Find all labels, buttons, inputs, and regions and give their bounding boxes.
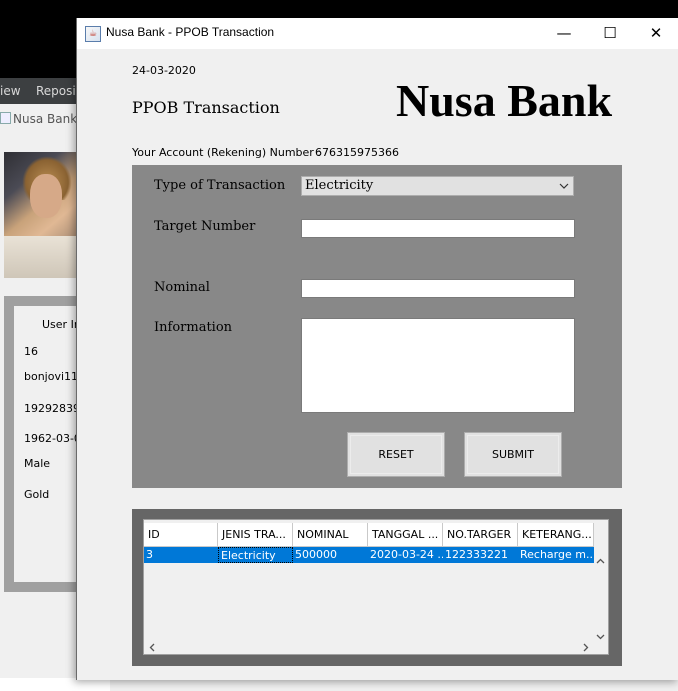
- gender-value: Male: [24, 457, 51, 470]
- nominal-field[interactable]: [301, 279, 575, 298]
- file-icon: [0, 112, 11, 124]
- transaction-type-label: Type of Transaction: [154, 178, 286, 193]
- user-info-label: User In: [42, 318, 81, 331]
- column-header-target[interactable]: NO.TARGER: [443, 523, 518, 547]
- table-cell[interactable]: Electricity: [218, 547, 293, 563]
- nominal-label: Nominal: [154, 280, 210, 295]
- java-app-icon: ☕: [85, 26, 101, 42]
- vertical-scrollbar[interactable]: [593, 523, 608, 653]
- scroll-left-icon[interactable]: [148, 642, 157, 655]
- account-number-label: Your Account (Rekening) Number :: [132, 146, 322, 159]
- scroll-up-icon[interactable]: [596, 556, 605, 569]
- table-cell[interactable]: 500000: [293, 547, 368, 563]
- transaction-table-frame: ID JENIS TRA... NOMINAL TANGGAL ... NO.T…: [132, 509, 622, 666]
- information-label: Information: [154, 320, 233, 335]
- target-number-label: Target Number: [154, 219, 256, 234]
- title-bar[interactable]: ☕ Nusa Bank - PPOB Transaction — ☐ ✕: [77, 18, 678, 49]
- maximize-button[interactable]: ☐: [587, 18, 633, 49]
- reset-button[interactable]: RESET: [347, 432, 445, 477]
- background-strip: [110, 680, 678, 691]
- table-row[interactable]: 3 Electricity 500000 2020-03-24 ... 1223…: [144, 547, 594, 563]
- transaction-type-select[interactable]: Electricity: [301, 176, 574, 196]
- target-number-field[interactable]: [301, 219, 575, 238]
- table-cell[interactable]: 122333221: [443, 547, 518, 563]
- table-cell[interactable]: Recharge m...: [518, 547, 594, 563]
- column-header-id[interactable]: ID: [144, 523, 218, 547]
- submit-button[interactable]: SUBMIT: [464, 432, 562, 477]
- scroll-right-icon[interactable]: [581, 642, 590, 655]
- ppob-window: ☕ Nusa Bank - PPOB Transaction — ☐ ✕ 24-…: [76, 18, 678, 680]
- membership-value: Gold: [24, 488, 50, 501]
- transaction-type-value: Electricity: [305, 178, 374, 193]
- page-subtitle: PPOB Transaction: [132, 98, 280, 117]
- username-value: bonjovi11: [24, 370, 79, 383]
- current-date: 24-03-2020: [132, 64, 196, 77]
- column-header-keterangan[interactable]: KETERANG...: [518, 523, 594, 547]
- bank-brand-title: Nusa Bank: [396, 75, 613, 126]
- account-number-value: 676315975366: [315, 146, 399, 159]
- column-header-nominal[interactable]: NOMINAL: [293, 523, 368, 547]
- table-cell[interactable]: 3: [144, 547, 218, 563]
- transaction-form-panel: Type of Transaction Electricity Target N…: [132, 165, 622, 488]
- table-cell[interactable]: 2020-03-24 ...: [368, 547, 443, 563]
- column-header-tanggal[interactable]: TANGGAL ...: [368, 523, 443, 547]
- column-header-jenis[interactable]: JENIS TRA...: [218, 523, 293, 547]
- horizontal-scrollbar[interactable]: [144, 640, 594, 654]
- close-button[interactable]: ✕: [633, 18, 678, 49]
- chevron-down-icon: [559, 177, 569, 201]
- background-menu-item[interactable]: iew: [0, 84, 21, 98]
- user-id-value: 16: [24, 345, 38, 358]
- transaction-table[interactable]: ID JENIS TRA... NOMINAL TANGGAL ... NO.T…: [143, 519, 609, 655]
- user-photo: [4, 152, 78, 278]
- information-textarea[interactable]: [301, 318, 575, 413]
- table-header: ID JENIS TRA... NOMINAL TANGGAL ... NO.T…: [144, 523, 594, 547]
- scroll-down-icon[interactable]: [596, 631, 605, 644]
- window-title: Nusa Bank - PPOB Transaction: [106, 25, 275, 39]
- minimize-button[interactable]: —: [541, 18, 587, 49]
- background-menu-item[interactable]: Reposit: [36, 84, 80, 98]
